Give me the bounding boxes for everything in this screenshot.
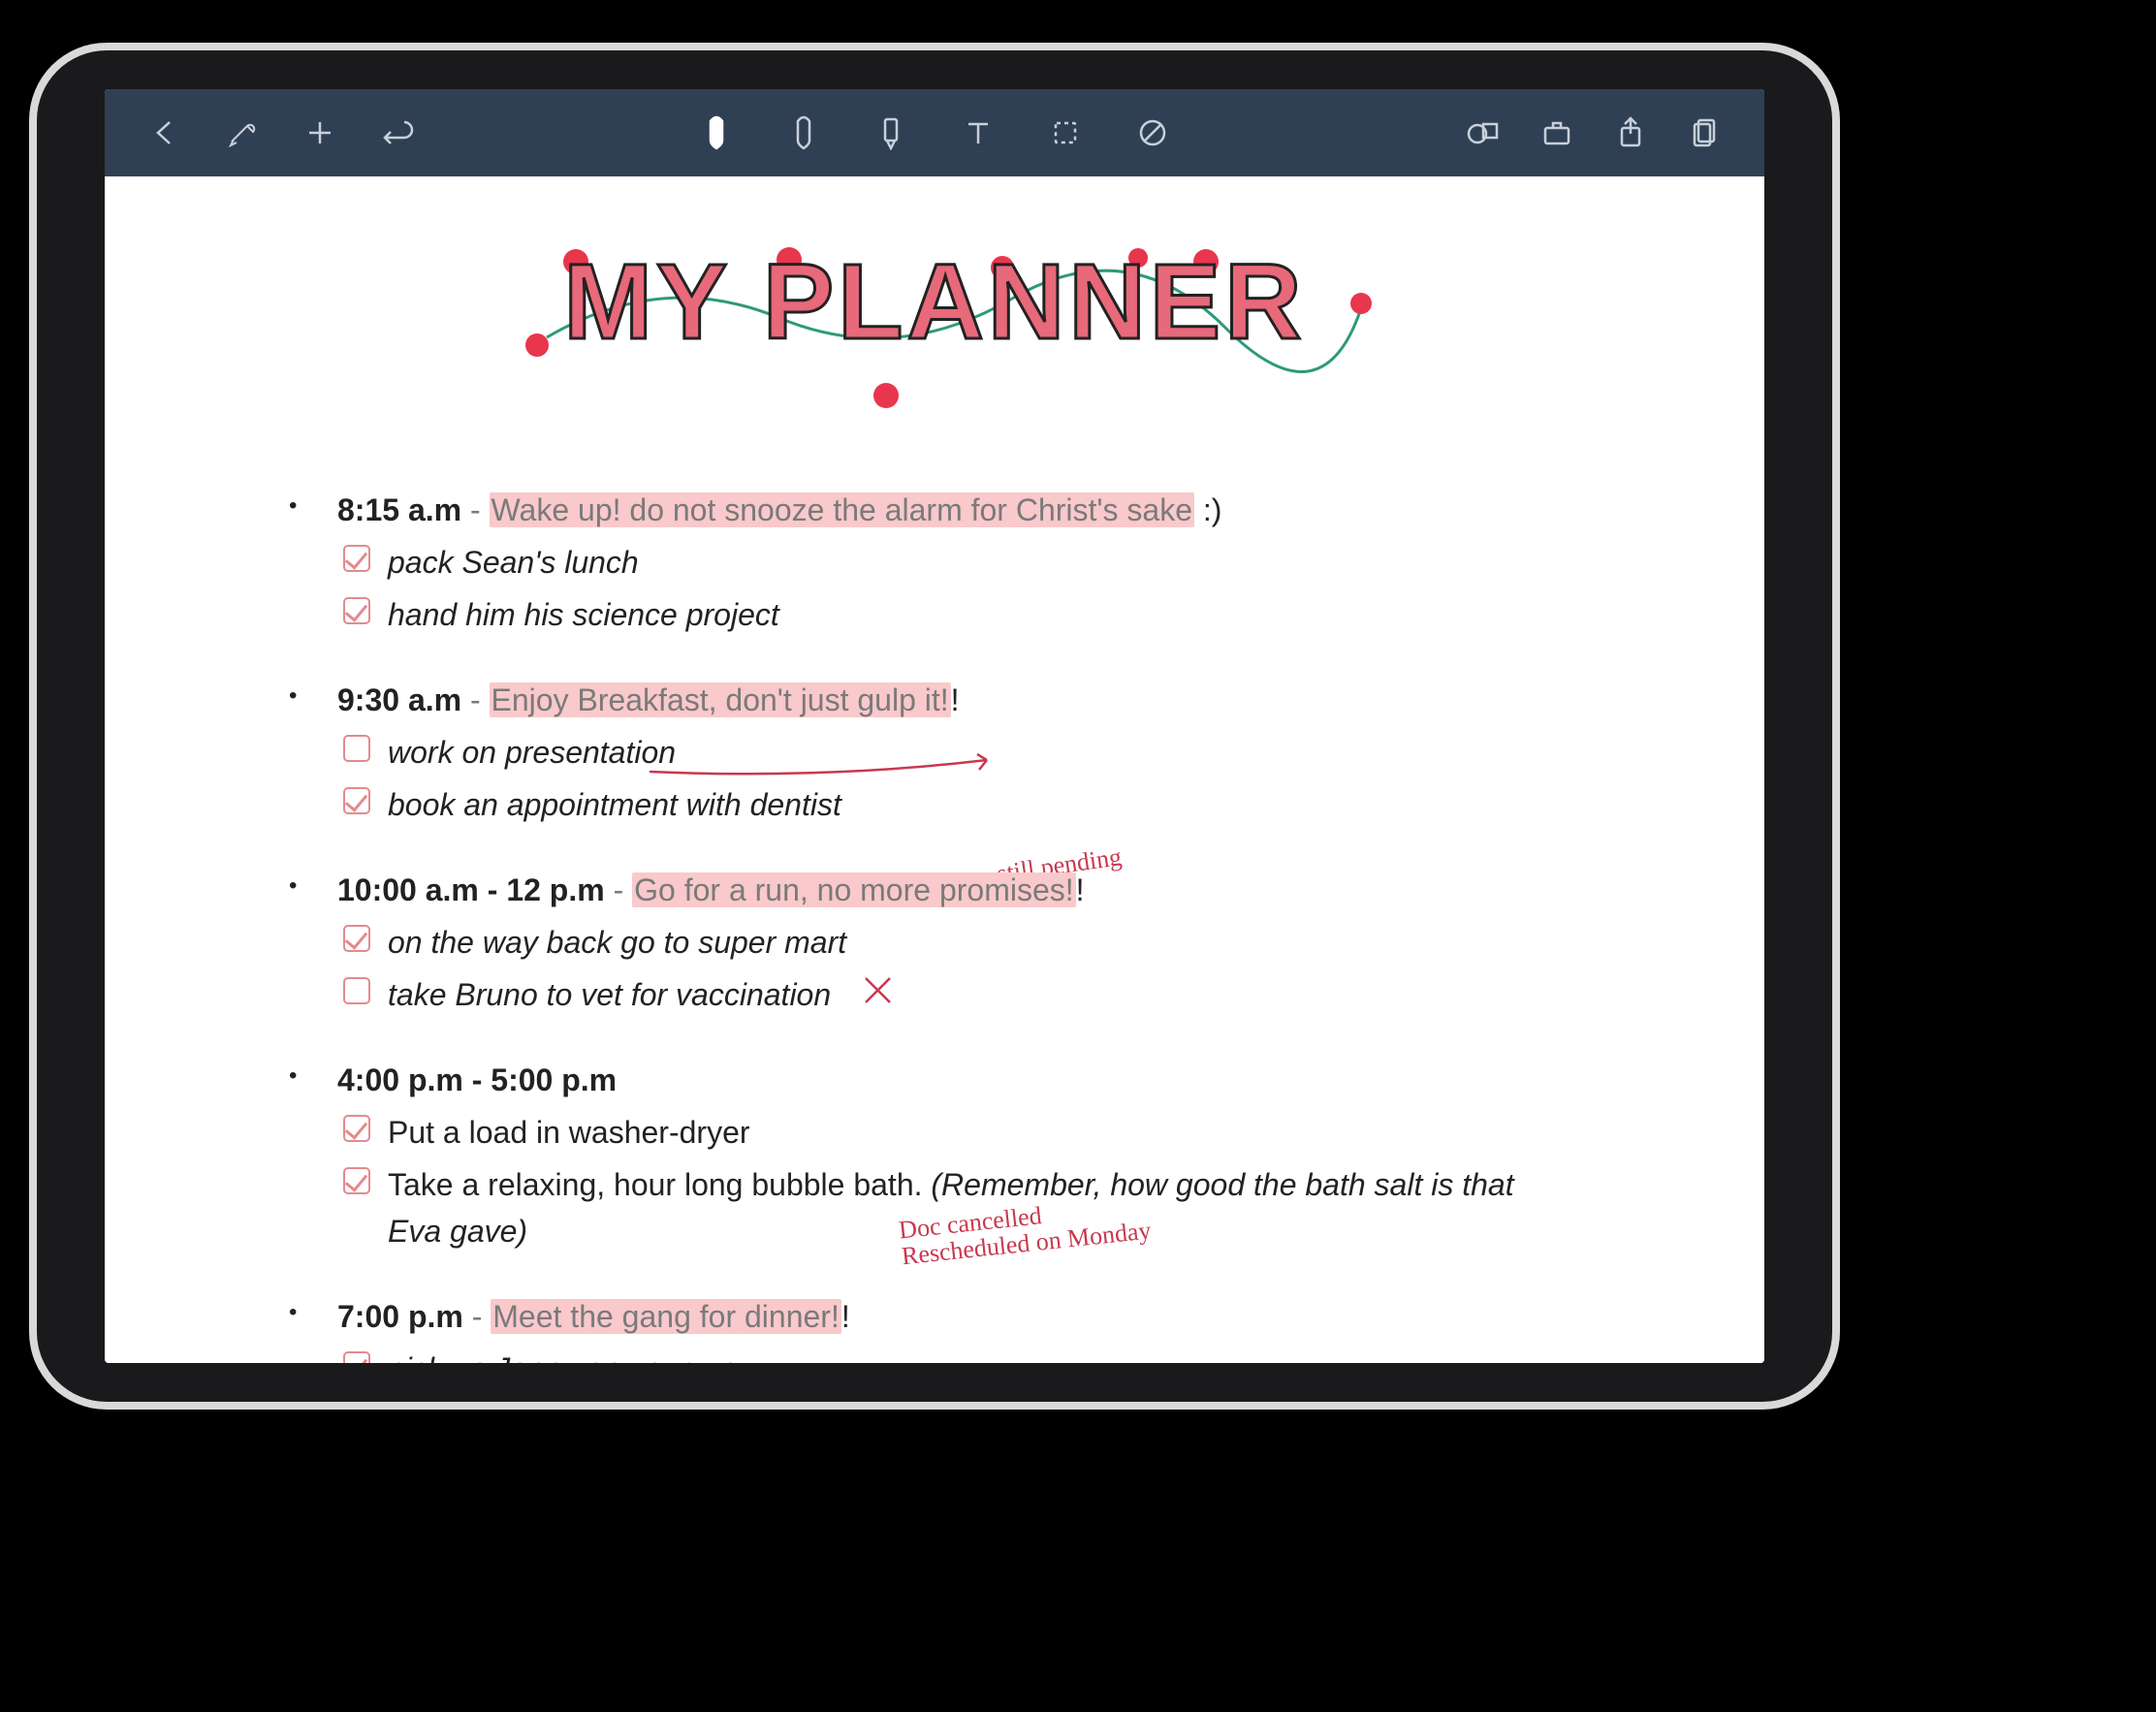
entry-time: 4:00 p.m - 5:00 p.m: [337, 1062, 617, 1097]
text-tool-icon[interactable]: [957, 111, 999, 154]
title-area: MY PLANNER: [105, 240, 1764, 434]
entry-time: 10:00 a.m - 12 p.m: [337, 872, 605, 907]
sub-text: on the way back go to super mart: [388, 919, 846, 966]
sub-text: pack Sean's lunch: [388, 539, 639, 586]
dash: -: [472, 1299, 491, 1334]
pages-button-icon[interactable]: [1683, 111, 1726, 154]
entry-4: 4:00 p.m - 5:00 p.m Put a load in washer…: [337, 1057, 1667, 1254]
entry-2: 9:30 a.m - Enjoy Breakfast, don't just g…: [337, 677, 1667, 828]
sub-item: take Bruno to vet for vaccination: [343, 971, 1667, 1018]
toolbar-left: [143, 111, 419, 154]
sub-item: pick up Jenny on your way: [343, 1346, 1667, 1363]
add-button[interactable]: [299, 111, 341, 154]
sub-item: work on presentation: [343, 729, 1667, 776]
shapes-tool-icon[interactable]: [1462, 111, 1505, 154]
sub-item: book an appointment with dentist: [343, 781, 1667, 828]
sub-item: on the way back go to super mart: [343, 919, 1667, 966]
entry-note: Wake up! do not snooze the alarm for Chr…: [490, 492, 1194, 527]
page-title: MY PLANNER: [563, 240, 1305, 364]
entry-note: Enjoy Breakfast, don't just gulp it!: [490, 682, 951, 717]
sub-text: pick up Jenny on your way: [388, 1346, 753, 1363]
entry-note-suffix: !: [841, 1299, 850, 1334]
stage: MY PLANNER 8:15 a.m - Wake up! do not sn…: [0, 0, 2156, 1712]
sub-item: pack Sean's lunch: [343, 539, 1667, 586]
checkbox[interactable]: [343, 977, 370, 1004]
dash: -: [470, 682, 490, 717]
entry-3: 10:00 a.m - 12 p.m - Go for a run, no mo…: [337, 867, 1667, 1018]
selection-tool-icon[interactable]: [1044, 111, 1087, 154]
sub-text: book an appointment with dentist: [388, 781, 841, 828]
checkbox[interactable]: [343, 1167, 370, 1194]
checkbox[interactable]: [343, 545, 370, 572]
checkbox[interactable]: [343, 925, 370, 952]
entry-note: Meet the gang for dinner!: [491, 1299, 841, 1334]
entry-note: Go for a run, no more promises!: [632, 872, 1076, 907]
checkbox[interactable]: [343, 735, 370, 762]
sub-item: Put a load in washer-dryer: [343, 1109, 1667, 1156]
sub-item: Take a relaxing, hour long bubble bath. …: [343, 1161, 1667, 1254]
entry-time: 9:30 a.m: [337, 682, 461, 717]
pen-tool-icon[interactable]: [695, 111, 738, 154]
toolbar-center: [695, 111, 1174, 154]
entry-5: 7:00 p.m - Meet the gang for dinner!! pi…: [337, 1293, 1667, 1363]
document-page[interactable]: MY PLANNER 8:15 a.m - Wake up! do not sn…: [105, 176, 1764, 1363]
entry-note-suffix: !: [951, 682, 960, 717]
pencil-tool-icon[interactable]: [782, 111, 825, 154]
sub-text: work on presentation: [388, 729, 676, 776]
share-button-icon[interactable]: [1609, 111, 1652, 154]
entry-time: 8:15 a.m: [337, 492, 461, 527]
back-button[interactable]: [143, 111, 186, 154]
ipad-bezel: MY PLANNER 8:15 a.m - Wake up! do not sn…: [37, 50, 1832, 1402]
app-screen: MY PLANNER 8:15 a.m - Wake up! do not sn…: [105, 89, 1764, 1363]
settings-icon[interactable]: [221, 111, 264, 154]
dash: -: [470, 492, 490, 527]
ipad-frame: MY PLANNER 8:15 a.m - Wake up! do not sn…: [29, 43, 1840, 1410]
media-button-icon[interactable]: [1536, 111, 1578, 154]
undo-button[interactable]: [376, 111, 419, 154]
entry-note-suffix: !: [1076, 872, 1085, 907]
toolbar-right: [1462, 111, 1726, 154]
sub-item: hand him his science project: [343, 591, 1667, 638]
planner-content: 8:15 a.m - Wake up! do not snooze the al…: [337, 487, 1667, 1363]
checkbox[interactable]: [343, 787, 370, 814]
entry-time: 7:00 p.m: [337, 1299, 463, 1334]
checkbox[interactable]: [343, 1351, 370, 1363]
entry-1: 8:15 a.m - Wake up! do not snooze the al…: [337, 487, 1667, 638]
entry-note-suffix: :): [1194, 492, 1221, 527]
sub-text: Take a relaxing, hour long bubble bath. …: [388, 1161, 1551, 1254]
eraser-tool-icon[interactable]: [1131, 111, 1174, 154]
checkbox[interactable]: [343, 1115, 370, 1142]
toolbar: [105, 89, 1764, 176]
checkbox[interactable]: [343, 597, 370, 624]
dash: -: [614, 872, 633, 907]
sub-text: take Bruno to vet for vaccination: [388, 971, 831, 1018]
sub-text: Put a load in washer-dryer: [388, 1109, 750, 1156]
highlighter-tool-icon[interactable]: [870, 111, 912, 154]
sub-text: hand him his science project: [388, 591, 779, 638]
